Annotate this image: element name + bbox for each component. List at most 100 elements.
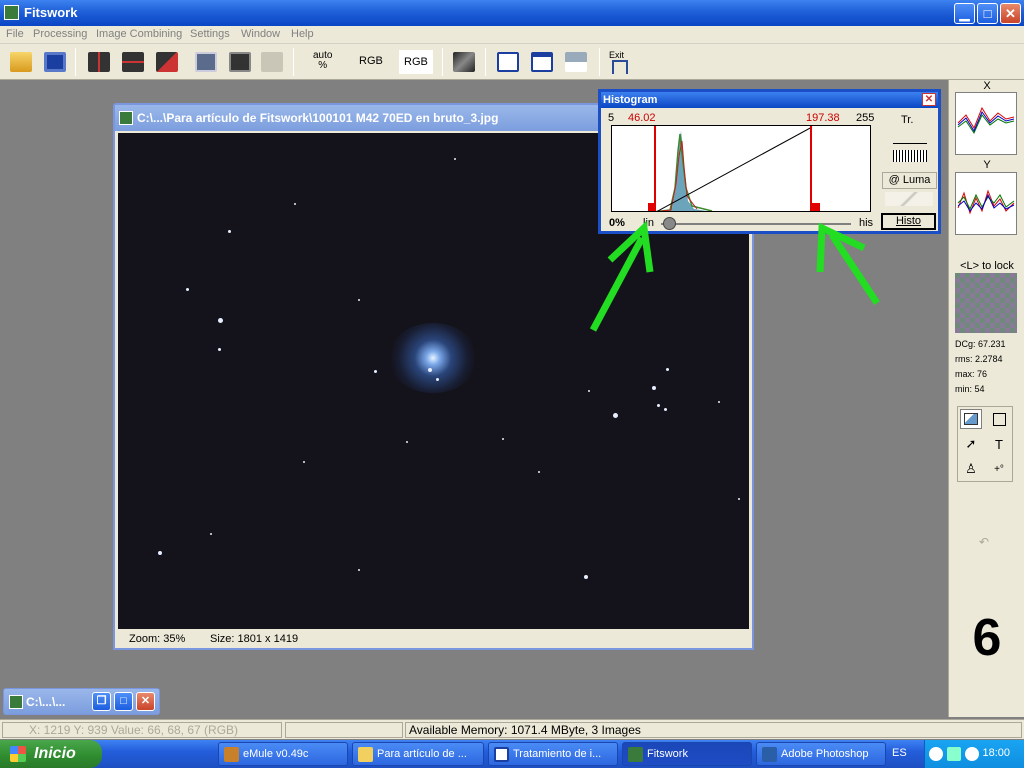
point-add-icon: +°	[994, 463, 1004, 475]
flip-horizontal-button[interactable]	[85, 49, 113, 75]
menu-help[interactable]: Help	[291, 28, 314, 40]
image-select-tool[interactable]	[960, 409, 982, 429]
histogram-view-button[interactable]	[528, 49, 556, 75]
auto-percent-button[interactable]: auto%	[313, 51, 332, 71]
star	[738, 498, 740, 500]
menu-image-combining[interactable]: Image Combining	[96, 28, 182, 40]
emule-icon	[224, 747, 239, 762]
star	[358, 569, 360, 571]
taskbar: Inicio eMule v0.49c Para artículo de ...…	[0, 740, 1024, 768]
image-view-button[interactable]	[494, 49, 522, 75]
rectangle-tool[interactable]	[988, 409, 1010, 429]
right-side-panel: X Y <L> to lock DCg: 67.231 rms: 2.2784 …	[948, 80, 1024, 717]
picture-icon	[964, 413, 978, 425]
green-arrows-annotation	[589, 220, 880, 332]
max-value: max: 76	[955, 369, 988, 379]
toolbar-separator	[293, 48, 294, 76]
histogram-title: Histogram	[603, 94, 658, 106]
histogram-titlebar[interactable]: Histogram ✕	[601, 92, 938, 108]
fitswork-document-icon	[119, 111, 133, 125]
star	[657, 404, 660, 407]
close-button[interactable]: ✕	[136, 692, 155, 711]
star	[588, 390, 590, 392]
start-button[interactable]: Inicio	[0, 740, 102, 768]
x-profile-graph	[955, 92, 1017, 155]
cursor-coordinates: X: 1219 Y: 939 Value: 66, 68, 67 (RGB)	[2, 722, 282, 738]
gradient-button[interactable]	[450, 49, 478, 75]
panda-antivirus-icon[interactable]	[965, 747, 979, 761]
rectangle-icon	[992, 412, 1006, 426]
fitswork-document-icon	[9, 695, 23, 709]
histogram-plot[interactable]	[611, 125, 871, 212]
star	[454, 158, 456, 160]
copy-button[interactable]	[192, 49, 220, 75]
toolbar-separator	[75, 48, 76, 76]
close-button[interactable]: ✕	[1000, 3, 1021, 24]
rgb-button[interactable]: RGB	[359, 55, 383, 67]
task-fitswork[interactable]: Fitswork	[622, 742, 752, 766]
gradient-icon	[453, 52, 475, 72]
task-emule[interactable]: eMule v0.49c	[218, 742, 348, 766]
fitswork-app-icon	[4, 5, 19, 20]
star	[218, 318, 223, 323]
menu-file[interactable]: File	[6, 28, 24, 40]
task-word[interactable]: Tratamiento de i...	[488, 742, 618, 766]
photoshop-icon	[762, 747, 777, 762]
histogram-close-button[interactable]: ✕	[922, 93, 936, 106]
open-folder-button[interactable]	[7, 49, 35, 75]
monitor-icon	[497, 52, 519, 72]
rotate-button[interactable]	[153, 49, 181, 75]
star	[228, 230, 231, 233]
tools-button[interactable]	[562, 49, 590, 75]
network-icon[interactable]	[947, 747, 961, 761]
flip-vertical-button[interactable]	[119, 49, 147, 75]
maximize-button[interactable]: □	[977, 3, 998, 24]
eyedropper-tool[interactable]: ➚	[960, 434, 982, 454]
menu-settings[interactable]: Settings	[190, 28, 230, 40]
stretch-width-icon[interactable]	[893, 130, 927, 144]
pixel-zoom-preview	[955, 273, 1017, 333]
rgb-active-button[interactable]: RGB	[399, 50, 433, 74]
windows-flag-icon	[10, 746, 26, 762]
lock-hint: <L> to lock	[960, 260, 1014, 272]
copy-icon	[195, 52, 217, 72]
image-window-title: C:\...\Para artículo de Fitswork\100101 …	[137, 111, 499, 125]
luma-button[interactable]: @ Luma	[882, 172, 937, 189]
menu-bar: File Processing Image Combining Settings…	[0, 26, 1024, 44]
tray-arrow-icon[interactable]	[929, 747, 943, 761]
undo-icon[interactable]: ↶	[979, 535, 989, 549]
minimized-image-window[interactable]: C:\...\... ❐ □ ✕	[3, 688, 160, 715]
save-button[interactable]	[41, 49, 69, 75]
star	[664, 408, 667, 411]
star	[436, 378, 439, 381]
point-add-tool[interactable]: +°	[988, 459, 1010, 479]
text-tool[interactable]: T	[988, 434, 1010, 454]
star	[158, 551, 162, 555]
bar-pattern-icon[interactable]	[893, 150, 927, 162]
rotate-icon	[156, 52, 178, 72]
cut-button[interactable]	[258, 49, 286, 75]
clock: 18:00	[982, 747, 1010, 759]
stamp-tool[interactable]: ♙	[960, 459, 982, 479]
minimize-button[interactable]: ▁	[954, 3, 975, 24]
flip-horizontal-icon	[88, 52, 110, 72]
floppy-icon	[44, 52, 66, 72]
menu-window[interactable]: Window	[241, 28, 280, 40]
language-indicator[interactable]: ES	[892, 747, 907, 759]
word-document-icon	[494, 747, 509, 762]
text-icon: T	[995, 436, 1003, 452]
star	[303, 461, 305, 463]
exit-label[interactable]: Exit	[609, 50, 624, 60]
toolbar-separator	[599, 48, 600, 76]
tools-icon	[565, 52, 587, 72]
paste-button[interactable]	[226, 49, 254, 75]
step-number: 6	[972, 609, 1002, 667]
task-photoshop[interactable]: Adobe Photoshop	[756, 742, 886, 766]
star	[652, 386, 656, 390]
restore-button[interactable]: ❐	[92, 692, 111, 711]
task-folder[interactable]: Para artículo de ...	[352, 742, 484, 766]
curve-mode-icon[interactable]	[885, 192, 933, 206]
exit-door-icon[interactable]	[612, 60, 628, 74]
menu-processing[interactable]: Processing	[33, 28, 87, 40]
maximize-button[interactable]: □	[114, 692, 133, 711]
